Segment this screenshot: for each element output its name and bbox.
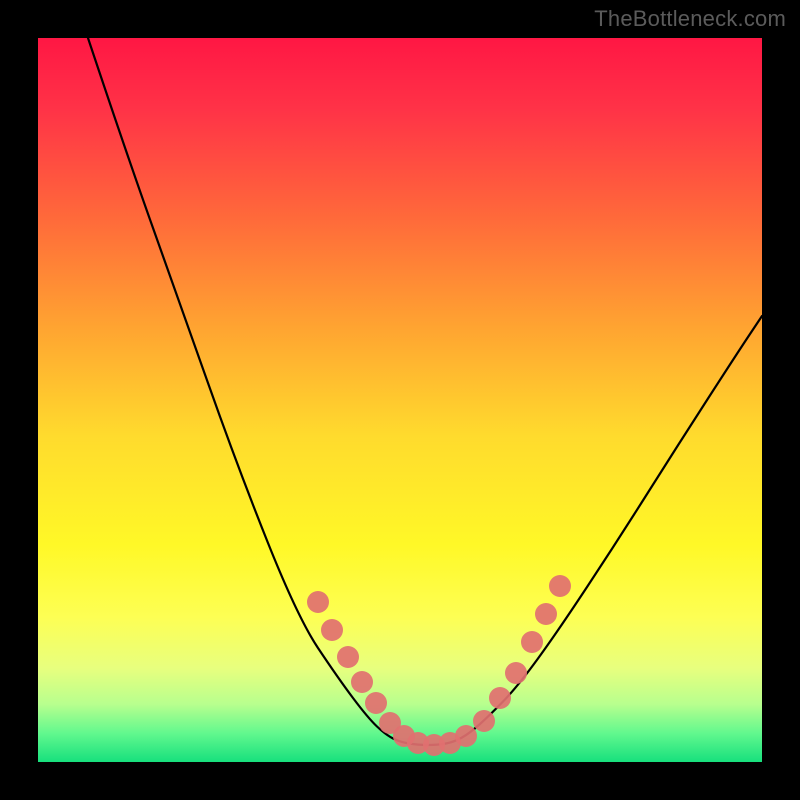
marker-dot [535,603,557,625]
marker-dot [321,619,343,641]
marker-dot [489,687,511,709]
marker-dot [521,631,543,653]
marker-group [307,575,571,756]
curve-layer [38,38,762,762]
bottleneck-curve [88,38,762,745]
marker-dot [505,662,527,684]
marker-dot [365,692,387,714]
watermark-text: TheBottleneck.com [594,6,786,32]
marker-dot [549,575,571,597]
outer-frame: TheBottleneck.com [0,0,800,800]
marker-dot [455,725,477,747]
marker-dot [307,591,329,613]
plot-area [38,38,762,762]
marker-dot [473,710,495,732]
marker-dot [337,646,359,668]
marker-dot [351,671,373,693]
